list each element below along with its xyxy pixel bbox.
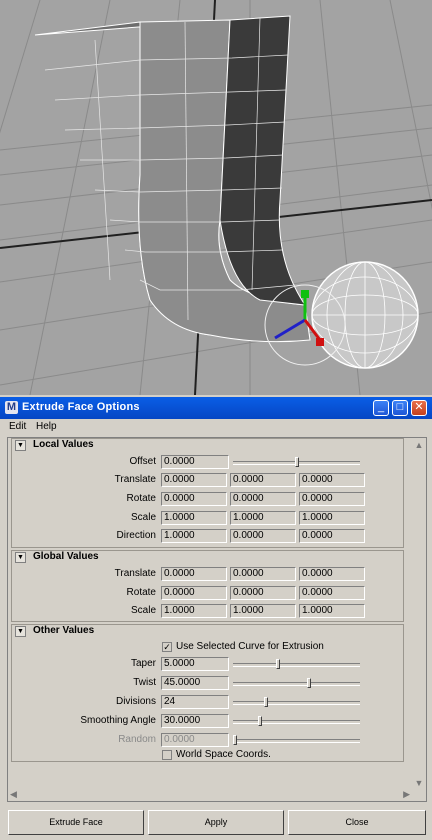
taper-slider-thumb[interactable] (276, 659, 281, 669)
rotate-label: Rotate (126, 493, 156, 504)
use-curve-checkbox[interactable]: ✓ (162, 642, 172, 652)
direction-z[interactable]: 0.0000 (299, 529, 365, 543)
use-curve-label: Use Selected Curve for Extrusion (176, 641, 324, 652)
divisions-field[interactable]: 24 (161, 695, 229, 709)
scroll-right-icon[interactable]: ▶ (403, 789, 410, 800)
minimize-button[interactable]: _ (373, 400, 389, 416)
smoothing-angle-field[interactable]: 30.0000 (161, 714, 229, 728)
scale-label: Scale (130, 512, 156, 523)
menu-bar: Edit Help (0, 420, 432, 435)
extrude-face-button[interactable]: Extrude Face (8, 810, 144, 835)
local-translate-y[interactable]: 0.0000 (230, 473, 296, 487)
collapse-arrow-icon[interactable]: ▼ (15, 440, 26, 451)
collapse-arrow-icon[interactable]: ▼ (15, 552, 26, 563)
world-space-label: World Space Coords. (176, 749, 271, 760)
twist-slider-thumb[interactable] (306, 678, 311, 688)
extrude-face-options-dialog: M Extrude Face Options _ □ ✕ Edit Help ▼… (0, 395, 432, 840)
offset-field[interactable]: 0.0000 (161, 455, 229, 469)
twist-label: Twist (133, 677, 156, 688)
offset-slider-thumb[interactable] (294, 457, 299, 467)
close-window-button[interactable]: ✕ (411, 400, 427, 416)
direction-x[interactable]: 1.0000 (161, 529, 227, 543)
maximize-button[interactable]: □ (392, 400, 408, 416)
horizontal-scrollbar[interactable]: ◀ ▶ (8, 789, 412, 801)
global-translate-label: Translate (114, 568, 156, 579)
random-field: 0.0000 (161, 733, 229, 747)
local-translate-x[interactable]: 0.0000 (161, 473, 227, 487)
maya-app-icon: M (5, 401, 18, 414)
smoothing-angle-slider-track[interactable] (233, 720, 360, 724)
local-rotate-y[interactable]: 0.0000 (230, 492, 296, 506)
taper-label: Taper (130, 658, 156, 669)
collapse-arrow-icon[interactable]: ▼ (15, 626, 26, 637)
divisions-slider-track[interactable] (233, 701, 360, 705)
other-values-header[interactable]: ▼ Other Values (15, 625, 395, 639)
3d-viewport[interactable] (0, 0, 432, 395)
taper-field[interactable]: 5.0000 (161, 657, 229, 671)
divisions-label: Divisions (115, 696, 156, 707)
global-scale-label: Scale (130, 605, 156, 616)
direction-label: Direction (116, 530, 156, 541)
twist-slider-track[interactable] (233, 682, 360, 686)
global-rotate-x[interactable]: 0.0000 (161, 586, 227, 600)
local-scale-z[interactable]: 1.0000 (299, 511, 365, 525)
offset-label: Offset (129, 456, 157, 467)
local-values-header[interactable]: ▼ Local Values (15, 439, 395, 453)
random-slider-track (233, 739, 360, 743)
random-label: Random (118, 734, 156, 745)
global-values-header[interactable]: ▼ Global Values (15, 551, 395, 565)
world-space-checkbox[interactable] (162, 750, 172, 760)
local-scale-y[interactable]: 1.0000 (230, 511, 296, 525)
global-rotate-label: Rotate (126, 587, 156, 598)
section-title: Global Values (33, 551, 99, 562)
viewport-scene (0, 0, 432, 395)
title-bar[interactable]: M Extrude Face Options _ □ ✕ (0, 397, 432, 419)
global-rotate-z[interactable]: 0.0000 (299, 586, 365, 600)
global-scale-y[interactable]: 1.0000 (230, 604, 296, 618)
twist-field[interactable]: 45.0000 (161, 676, 229, 690)
menu-edit[interactable]: Edit (9, 421, 26, 432)
smoothing-angle-label: Smoothing Angle (80, 715, 156, 726)
global-translate-y[interactable]: 0.0000 (230, 567, 296, 581)
options-scroll-area[interactable]: ▼ Local Values Offset 0.0000 Translate 0… (7, 437, 427, 802)
scroll-down-icon[interactable]: ▼ (414, 778, 424, 788)
menu-help[interactable]: Help (36, 421, 57, 432)
global-scale-z[interactable]: 1.0000 (299, 604, 365, 618)
dialog-button-bar: Extrude Face Apply Close (0, 808, 432, 838)
smoothing-angle-slider-thumb[interactable] (257, 716, 262, 726)
local-translate-z[interactable]: 0.0000 (299, 473, 365, 487)
global-scale-x[interactable]: 1.0000 (161, 604, 227, 618)
local-values-section: ▼ Local Values Offset 0.0000 Translate 0… (11, 438, 404, 548)
global-translate-z[interactable]: 0.0000 (299, 567, 365, 581)
global-values-section: ▼ Global Values Translate 0.0000 0.0000 … (11, 550, 404, 622)
section-title: Local Values (33, 439, 94, 450)
other-values-section: ▼ Other Values ✓ Use Selected Curve for … (11, 624, 404, 762)
global-rotate-y[interactable]: 0.0000 (230, 586, 296, 600)
scroll-up-icon[interactable]: ▲ (414, 440, 424, 450)
divisions-slider-thumb[interactable] (263, 697, 268, 707)
taper-slider-track[interactable] (233, 663, 360, 667)
direction-y[interactable]: 0.0000 (230, 529, 296, 543)
close-button[interactable]: Close (288, 810, 426, 835)
vertical-scrollbar[interactable]: ▲ ▼ (412, 438, 426, 790)
window-title: Extrude Face Options (22, 401, 140, 413)
random-slider-thumb (233, 735, 237, 745)
local-rotate-x[interactable]: 0.0000 (161, 492, 227, 506)
scroll-left-icon[interactable]: ◀ (10, 789, 17, 800)
apply-button[interactable]: Apply (148, 810, 284, 835)
global-translate-x[interactable]: 0.0000 (161, 567, 227, 581)
local-rotate-z[interactable]: 0.0000 (299, 492, 365, 506)
translate-label: Translate (114, 474, 156, 485)
section-title: Other Values (33, 625, 95, 636)
local-scale-x[interactable]: 1.0000 (161, 511, 227, 525)
